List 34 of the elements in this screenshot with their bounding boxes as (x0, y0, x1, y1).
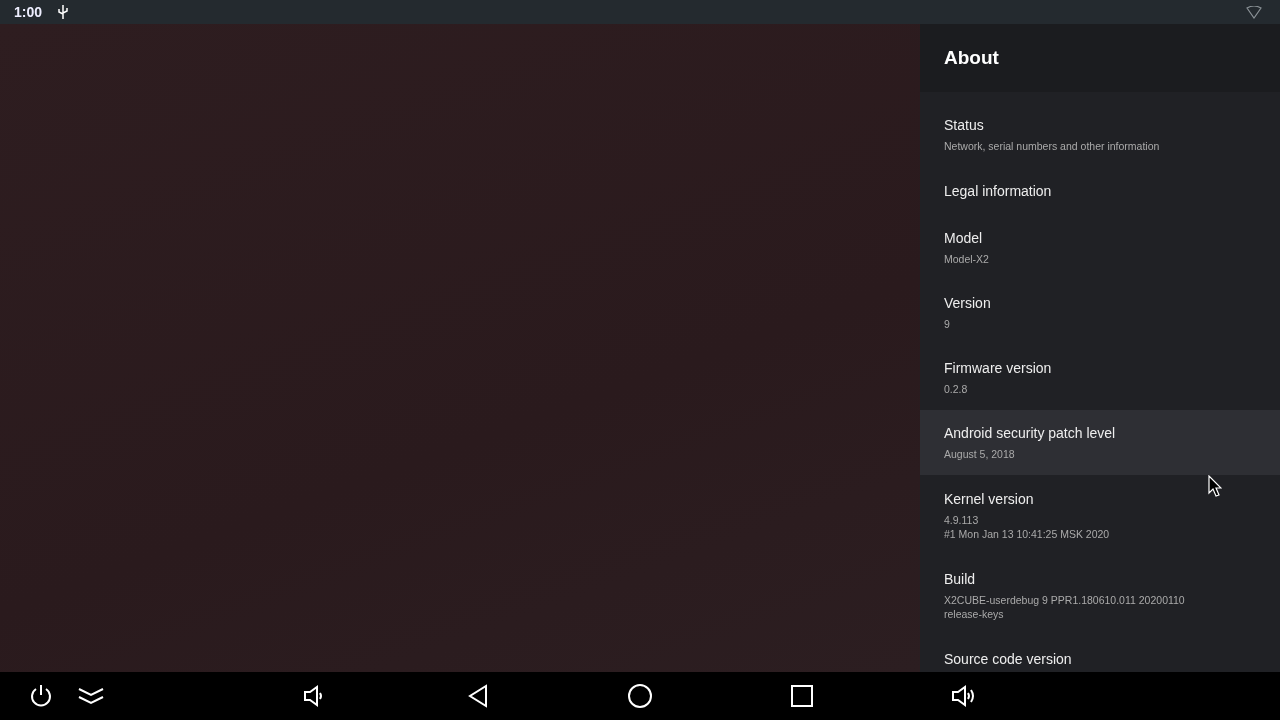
settings-item[interactable]: Kernel version 4.9.113 #1 Mon Jan 13 10:41:25 MSK 2020 (920, 475, 1280, 555)
item-summary: 4.9.113 (944, 512, 980, 527)
settings-item[interactable]: Source code version (920, 635, 1280, 672)
item-summary: X2CUBE-userdebug 9 PPR1.180610.011 20200110 (944, 592, 1186, 607)
item-summary: Model-X2 (944, 252, 990, 266)
settings-item[interactable]: Firmware version 0.2.8 (920, 345, 1280, 410)
settings-item[interactable]: Model Model-X2 (920, 215, 1280, 280)
item-title: Kernel version (944, 489, 1035, 509)
recents-icon[interactable] (788, 682, 816, 710)
item-summary: August 5, 2018 (944, 447, 1016, 461)
clock: 1:00 (14, 4, 43, 20)
settings-item[interactable]: Build X2CUBE-userdebug 9 PPR1.180610.011 20200110 release-keys (920, 555, 1280, 635)
settings-item[interactable]: Version 9 (920, 280, 1280, 345)
item-summary: 0.2.8 (944, 382, 969, 396)
mouse-pointer-icon (1208, 475, 1222, 497)
panel-title: About (944, 47, 999, 69)
item-title: Android security patch level (944, 424, 1117, 443)
item-summary: 9 (944, 317, 951, 331)
home-icon[interactable] (626, 682, 654, 710)
item-title: Status (944, 116, 985, 135)
item-summary: release-keys (944, 606, 1005, 621)
item-summary: #1 Mon Jan 13 10:41:25 MSK 2020 (944, 526, 1111, 541)
item-title: Firmware version (944, 359, 1053, 378)
item-title: Model (944, 229, 984, 248)
settings-item[interactable]: Status Network, serial numbers and other information (920, 102, 1280, 167)
item-title: Legal information (944, 181, 1053, 201)
usb-icon (58, 5, 69, 19)
wifi-icon (1246, 5, 1262, 19)
item-title: Build (944, 569, 977, 589)
item-title: Source code version (944, 649, 1073, 669)
item-summary: Network, serial numbers and other information (944, 139, 1161, 153)
settings-item[interactable]: Legal information (920, 167, 1280, 215)
settings-item[interactable]: Android security patch level August 5, 2018 (920, 410, 1280, 475)
item-title: Version (944, 294, 992, 313)
